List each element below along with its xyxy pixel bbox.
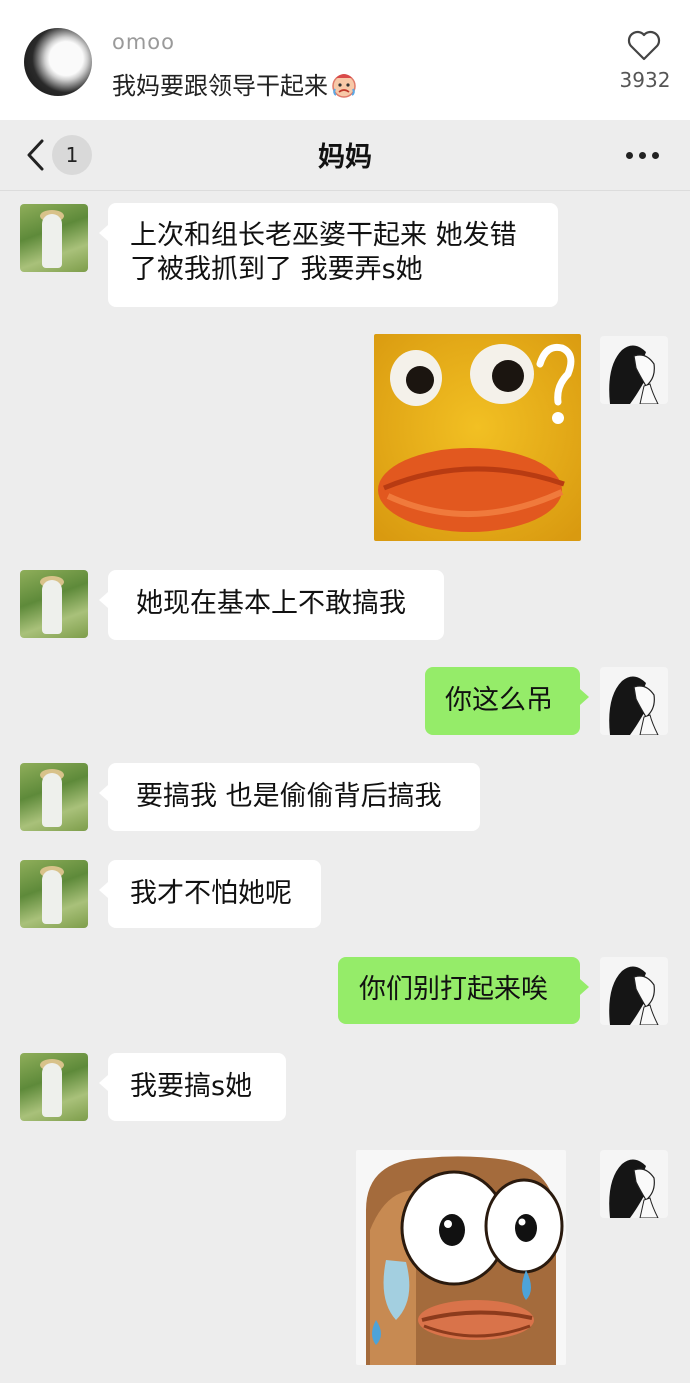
girl-portrait-icon: [600, 1150, 668, 1218]
girl-portrait-icon: [600, 957, 668, 1025]
post-title-text: 我妈要跟领导干起来: [112, 72, 328, 100]
avatar-figure: [42, 773, 62, 827]
ellipsis-dot: [652, 152, 659, 159]
message-bubble-incoming[interactable]: 上次和组长老巫婆干起来 她发错 了被我抓到了 我要弄s她: [99, 203, 558, 307]
post-author-avatar[interactable]: [24, 28, 92, 96]
girl-portrait-icon: [600, 667, 668, 735]
chat-navigation-bar: 1 妈妈: [0, 120, 690, 191]
avatar-figure: [42, 580, 62, 634]
avatar-figure: [42, 214, 62, 268]
post-username[interactable]: omoo: [112, 30, 175, 54]
chat-title: 妈妈: [318, 142, 372, 173]
ellipsis-dot: [626, 152, 633, 159]
heart-outline-icon[interactable]: [626, 28, 662, 62]
contact-avatar[interactable]: [20, 204, 88, 272]
post-header: omoo 我妈要跟领导干起来 3932: [0, 0, 690, 120]
message-bubble-incoming[interactable]: 我要搞s她: [99, 1053, 286, 1121]
message-line: 上次和组长老巫婆干起来 她发错: [130, 220, 517, 251]
contact-avatar[interactable]: [20, 763, 88, 831]
contact-avatar[interactable]: [20, 1053, 88, 1121]
like-count: 3932: [619, 68, 671, 92]
crying-face-emoji-icon: [332, 74, 356, 98]
duck-question-mark-sticker-icon: [374, 334, 581, 541]
avatar-figure: [42, 870, 62, 924]
ellipsis-icon[interactable]: [622, 152, 662, 160]
ellipsis-dot: [639, 152, 646, 159]
message-bubble-incoming[interactable]: 她现在基本上不敢搞我: [99, 570, 444, 640]
message-bubble-outgoing[interactable]: 你这么吊: [425, 667, 589, 735]
girl-portrait-icon: [600, 336, 668, 404]
avatar-figure: [42, 1063, 62, 1117]
message-bubble-incoming[interactable]: 我才不怕她呢: [99, 860, 321, 928]
message-bubble-incoming[interactable]: 要搞我 也是偷偷背后搞我: [99, 763, 480, 831]
duck-question-mark-sticker[interactable]: [374, 334, 581, 541]
message-bubble-outgoing[interactable]: 你们别打起来唉: [338, 957, 589, 1024]
crying-frog-sticker-icon: [356, 1150, 566, 1365]
contact-avatar[interactable]: [20, 570, 88, 638]
my-avatar[interactable]: [600, 957, 668, 1025]
my-avatar[interactable]: [600, 1150, 668, 1218]
contact-avatar[interactable]: [20, 860, 88, 928]
message-line: 了被我抓到了 我要弄s她: [130, 254, 423, 285]
post-title: 我妈要跟领导干起来: [112, 66, 358, 101]
crying-frog-sticker[interactable]: [356, 1150, 566, 1365]
my-avatar[interactable]: [600, 667, 668, 735]
my-avatar[interactable]: [600, 336, 668, 404]
